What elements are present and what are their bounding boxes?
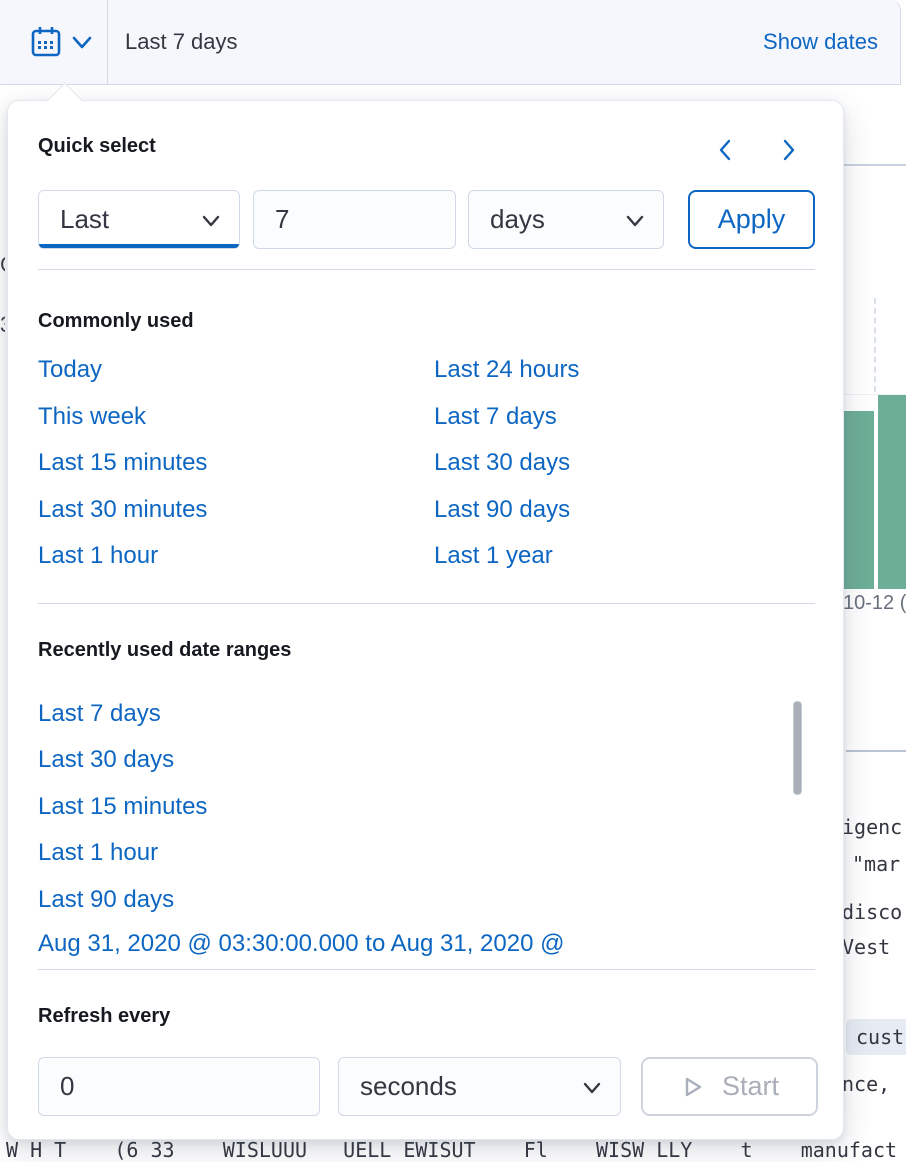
chevron-down-icon bbox=[68, 30, 96, 54]
document-text-fragment: nce, bbox=[842, 1072, 890, 1096]
start-button-label: Start bbox=[722, 1071, 779, 1102]
recent-range-link[interactable]: Last 90 days bbox=[38, 886, 174, 914]
scrollbar-thumb[interactable] bbox=[793, 701, 802, 795]
recently-used-title: Recently used date ranges bbox=[38, 639, 291, 662]
apply-button[interactable]: Apply bbox=[688, 190, 815, 249]
chart-dashed-marker-line bbox=[874, 298, 876, 392]
date-picker-popover: Quick select Last days Apply Commonly us… bbox=[7, 100, 844, 1140]
section-divider bbox=[38, 603, 815, 604]
refresh-interval-field-wrap bbox=[38, 1057, 320, 1116]
commonly-used-title: Commonly used bbox=[38, 310, 194, 333]
next-time-window-button[interactable] bbox=[775, 137, 801, 163]
date-picker-quick-menu-button[interactable] bbox=[0, 0, 108, 84]
recent-range-link[interactable]: Last 15 minutes bbox=[38, 793, 207, 821]
clipped-axis-label: G bbox=[0, 252, 5, 278]
calendar-icon bbox=[28, 24, 64, 60]
commonly-used-link-last-24-hours[interactable]: Last 24 hours bbox=[434, 356, 579, 384]
document-text-fragment: "mar bbox=[852, 852, 900, 876]
tense-dropdown-value: Last bbox=[60, 191, 109, 248]
refresh-unit-dropdown[interactable]: seconds bbox=[338, 1057, 621, 1116]
section-divider bbox=[38, 969, 815, 970]
commonly-used-link-last-30-minutes[interactable]: Last 30 minutes bbox=[38, 496, 207, 524]
unit-dropdown-value: days bbox=[490, 191, 545, 248]
document-text-fragment: disco bbox=[842, 900, 902, 924]
refresh-every-title: Refresh every bbox=[38, 1005, 170, 1028]
show-dates-link[interactable]: Show dates bbox=[763, 0, 878, 84]
commonly-used-link-last-15-minutes[interactable]: Last 15 minutes bbox=[38, 449, 207, 477]
play-icon bbox=[680, 1073, 706, 1101]
date-picker-toolbar: Last 7 days Show dates bbox=[0, 0, 901, 85]
background-divider-line bbox=[846, 750, 906, 752]
commonly-used-link-this-week[interactable]: This week bbox=[38, 403, 146, 431]
commonly-used-link-last-90-days[interactable]: Last 90 days bbox=[434, 496, 570, 524]
selected-date-range-label[interactable]: Last 7 days bbox=[125, 0, 238, 84]
quick-select-tense-dropdown[interactable]: Last bbox=[38, 190, 240, 249]
commonly-used-link-today[interactable]: Today bbox=[38, 356, 102, 384]
chart-x-axis-tick-label: 10-12 ( bbox=[843, 592, 906, 615]
commonly-used-link-last-1-hour[interactable]: Last 1 hour bbox=[38, 542, 158, 570]
document-text-fragment: igenc bbox=[842, 815, 902, 839]
clipped-document-row: W H T (6 33 WISLUUU UELL EWISUT Fl WISW … bbox=[6, 1138, 897, 1162]
recent-range-link[interactable]: Last 1 hour bbox=[38, 839, 158, 867]
quick-select-title: Quick select bbox=[38, 135, 156, 158]
recent-range-link[interactable]: Aug 31, 2020 @ 03:30:00.000 to Aug 31, 2… bbox=[38, 930, 564, 956]
chevron-down-icon bbox=[581, 1079, 603, 1097]
commonly-used-link-last-7-days[interactable]: Last 7 days bbox=[434, 403, 557, 431]
quick-select-amount-input[interactable] bbox=[253, 190, 456, 249]
clipped-axis-label: 3 bbox=[0, 312, 5, 338]
previous-time-window-button[interactable] bbox=[713, 137, 739, 163]
quick-select-amount-field-wrap bbox=[253, 190, 456, 249]
chevron-down-icon bbox=[200, 212, 222, 230]
section-divider bbox=[38, 269, 815, 270]
recent-range-link[interactable]: Last 30 days bbox=[38, 746, 174, 774]
commonly-used-link-last-1-year[interactable]: Last 1 year bbox=[434, 542, 553, 570]
field-value-chip: cust bbox=[846, 1019, 906, 1055]
recently-used-scroll-area[interactable]: Last 7 days Last 30 days Last 15 minutes… bbox=[38, 696, 808, 956]
recent-range-link[interactable]: Last 7 days bbox=[38, 700, 161, 728]
commonly-used-link-last-30-days[interactable]: Last 30 days bbox=[434, 449, 570, 477]
document-text-fragment: Vest bbox=[842, 935, 890, 959]
start-auto-refresh-button[interactable]: Start bbox=[641, 1057, 818, 1116]
refresh-unit-value: seconds bbox=[360, 1058, 457, 1115]
quick-select-unit-dropdown[interactable]: days bbox=[468, 190, 664, 249]
chart-bar bbox=[878, 395, 906, 589]
refresh-interval-input[interactable] bbox=[38, 1057, 320, 1116]
chevron-down-icon bbox=[624, 212, 646, 230]
focus-underline bbox=[39, 244, 239, 248]
